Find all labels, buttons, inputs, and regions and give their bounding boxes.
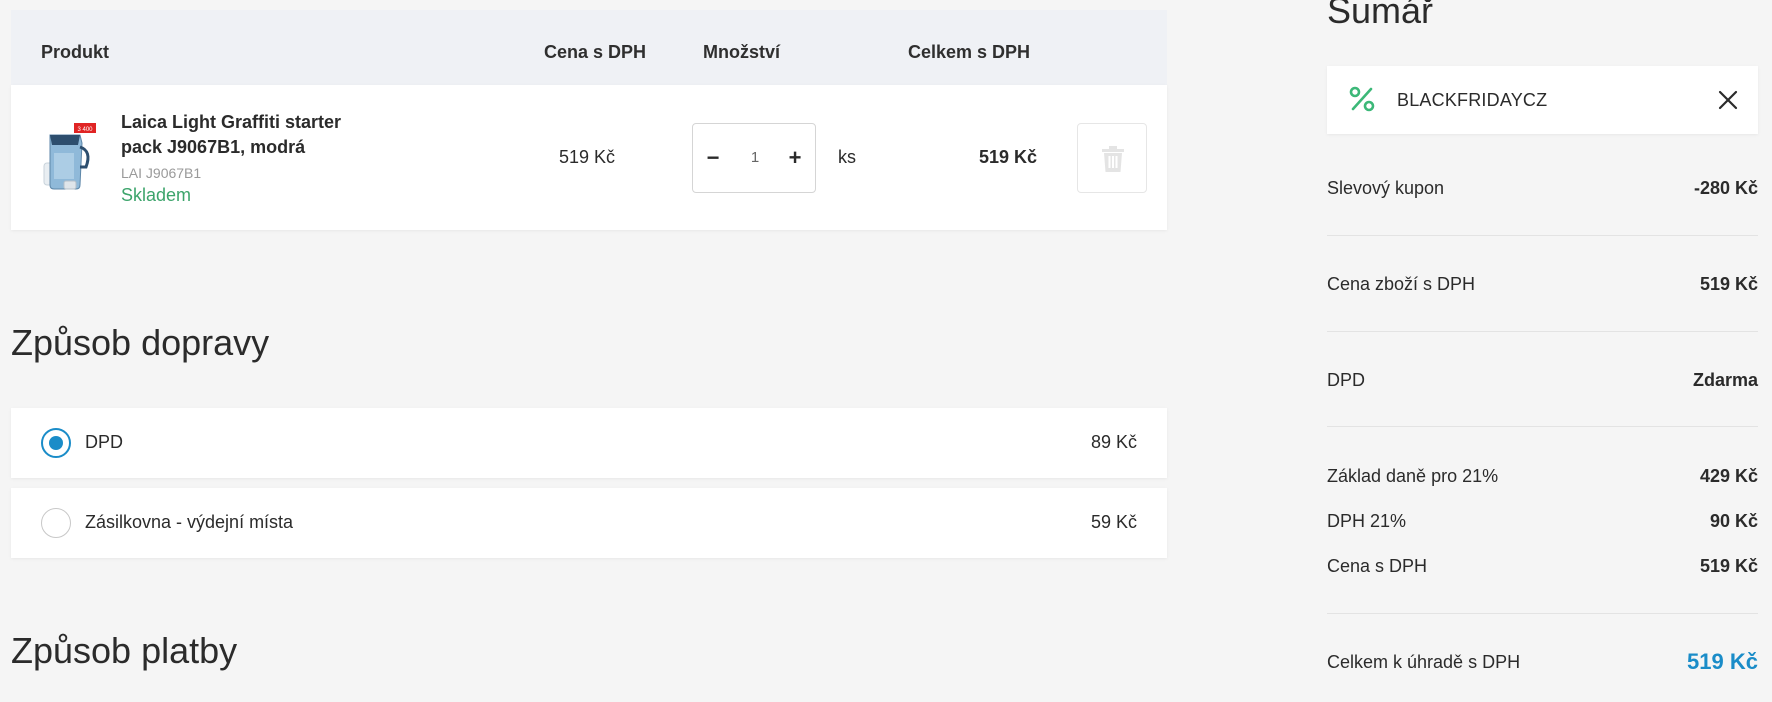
summary-row-label: DPD — [1327, 370, 1366, 390]
quantity-stepper: − 1 + — [692, 123, 816, 193]
summary-row-price-with-vat: Cena s DPH 519 Kč — [1327, 556, 1758, 577]
grand-total-value: 519 Kč — [1687, 649, 1758, 674]
divider — [1327, 331, 1758, 332]
shipping-option-label: DPD — [85, 432, 124, 452]
increase-quantity-button[interactable]: + — [775, 124, 815, 192]
header-price: Cena s DPH — [544, 42, 647, 62]
summary-row-label: Slevový kupon — [1327, 178, 1445, 198]
remove-item-button[interactable] — [1077, 123, 1147, 193]
payment-section-title: Způsob platby — [11, 630, 238, 671]
summary-row-label: Celkem k úhradě s DPH — [1327, 652, 1521, 672]
summary-row-vat: DPH 21% 90 Kč — [1327, 511, 1758, 532]
shipping-option-price: 89 Kč — [1090, 432, 1137, 452]
shipping-option-zasilkovna[interactable]: Zásilkovna - výdejní místa 59 Kč — [11, 488, 1167, 558]
shipping-radio-dpd[interactable] — [41, 428, 71, 458]
shipping-option-price: 59 Kč — [1090, 512, 1137, 532]
shipping-radio-zasilkovna[interactable] — [41, 508, 71, 538]
header-quantity: Množství — [703, 42, 781, 62]
cart-item-row: 3 400 Laica Light Graffiti starter pack … — [11, 85, 1167, 230]
percent-icon — [1349, 86, 1375, 112]
cart-table-header: Produkt Cena s DPH Množství Celkem s DPH — [11, 10, 1167, 85]
divider — [1327, 235, 1758, 236]
summary-row-goods-price: Cena zboží s DPH 519 Kč — [1327, 274, 1758, 295]
svg-text:3 400: 3 400 — [77, 127, 93, 133]
decrease-quantity-button[interactable]: − — [693, 124, 733, 192]
summary-row-label: Cena zboží s DPH — [1327, 274, 1476, 294]
divider — [1327, 426, 1758, 427]
summary-row-label: DPH 21% — [1327, 511, 1407, 531]
summary-row-grand-total: Celkem k úhradě s DPH 519 Kč — [1327, 649, 1758, 674]
quantity-input[interactable]: 1 — [733, 124, 777, 192]
shipping-option-label: Zásilkovna - výdejní místa — [85, 512, 294, 532]
product-code: LAI J9067B1 — [121, 165, 202, 181]
coupon-code: BLACKFRIDAYCZ — [1397, 90, 1548, 110]
applied-coupon: BLACKFRIDAYCZ — [1327, 66, 1758, 134]
trash-icon — [1102, 146, 1124, 172]
summary-row-value: 519 Kč — [1699, 556, 1758, 576]
shipping-section-title: Způsob dopravy — [11, 322, 270, 363]
summary-row-value: 519 Kč — [1699, 274, 1758, 294]
line-total: 519 Kč — [979, 147, 1038, 167]
summary-title: Sumář — [1327, 0, 1434, 31]
water-filter-jug-image: 3 400 — [43, 123, 96, 190]
header-total: Celkem s DPH — [908, 42, 1031, 62]
summary-row-value: 90 Kč — [1709, 511, 1758, 531]
stock-status: Skladem — [121, 185, 192, 205]
summary-row-tax-base: Základ daně pro 21% 429 Kč — [1327, 466, 1758, 487]
summary-row-value: Zdarma — [1692, 370, 1758, 390]
divider — [1327, 613, 1758, 614]
summary-row-coupon: Slevový kupon -280 Kč — [1327, 178, 1758, 199]
quantity-unit: ks — [838, 147, 856, 167]
product-thumbnail[interactable]: 3 400 — [36, 123, 96, 195]
close-icon[interactable] — [1716, 88, 1740, 112]
summary-row-label: Základ daně pro 21% — [1327, 466, 1499, 486]
summary-row-value: -280 Kč — [1693, 178, 1758, 198]
shipping-option-dpd[interactable]: DPD 89 Kč — [11, 408, 1167, 478]
summary-row-value: 429 Kč — [1699, 466, 1758, 486]
summary-row-shipping: DPD Zdarma — [1327, 370, 1758, 391]
summary-row-label: Cena s DPH — [1327, 556, 1428, 576]
product-name[interactable]: Laica Light Graffiti starter pack J9067B… — [121, 110, 371, 160]
header-product: Produkt — [41, 42, 110, 62]
unit-price: 519 Kč — [559, 147, 616, 167]
